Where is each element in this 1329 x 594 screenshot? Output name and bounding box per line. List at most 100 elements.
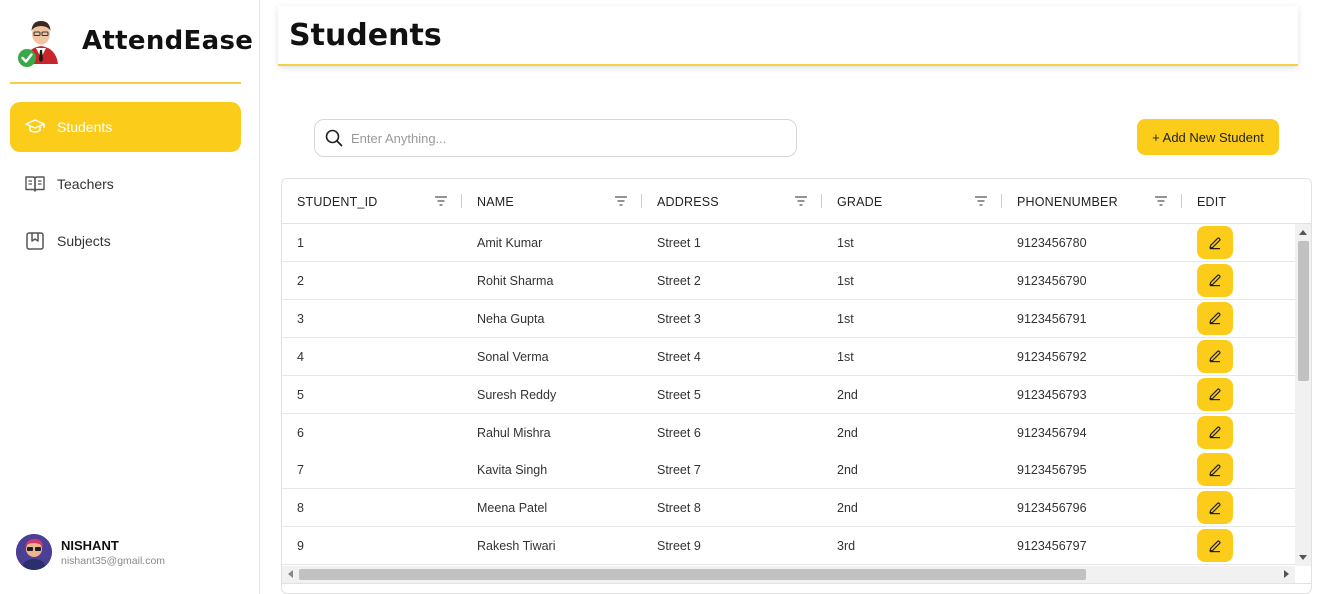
sidebar-item-label: Teachers xyxy=(57,176,114,192)
table-cell-phone: 9123456796 xyxy=(1017,501,1087,516)
column-header-label: NAME xyxy=(477,194,514,209)
column-header-grade[interactable]: GRADE xyxy=(822,179,1002,224)
edit-button[interactable] xyxy=(1197,263,1233,297)
table-row[interactable]: 2 Rohit Sharma Street 2 1st 9123456790 xyxy=(282,261,1295,300)
pencil-icon xyxy=(1209,464,1221,477)
filter-icon[interactable] xyxy=(434,194,448,208)
column-header-phonenumber[interactable]: PHONENUMBER xyxy=(1002,179,1182,224)
table-cell-phone: 9123456791 xyxy=(1017,311,1087,326)
table-cell-name: Sonal Verma xyxy=(477,349,549,364)
edit-button[interactable] xyxy=(1197,377,1233,411)
students-table: STUDENT_ID NAME ADDRESS GRADE PHONENUMBE… xyxy=(281,178,1312,594)
table-cell-address: Street 9 xyxy=(657,539,701,554)
edit-button[interactable] xyxy=(1197,529,1233,563)
sidebar-item-subjects[interactable]: Subjects xyxy=(10,216,241,266)
pencil-icon xyxy=(1209,274,1221,287)
pencil-icon xyxy=(1209,350,1221,363)
search-box[interactable] xyxy=(314,119,797,157)
column-header-label: GRADE xyxy=(837,194,883,209)
table-row[interactable]: 6 Rahul Mishra Street 6 2nd 9123456794 xyxy=(282,413,1295,452)
table-cell-address: Street 7 xyxy=(657,463,701,478)
brand[interactable]: AttendEase xyxy=(12,10,253,72)
table-cell-phone: 9123456797 xyxy=(1017,539,1087,554)
column-header-name[interactable]: NAME xyxy=(462,179,642,224)
table-cell-id: 6 xyxy=(297,425,304,440)
table-header: STUDENT_ID NAME ADDRESS GRADE PHONENUMBE… xyxy=(282,179,1311,224)
filter-icon[interactable] xyxy=(794,194,808,208)
table-cell-phone: 9123456794 xyxy=(1017,425,1087,440)
table-cell-phone: 9123456795 xyxy=(1017,463,1087,478)
table-cell-name: Rohit Sharma xyxy=(477,273,554,288)
table-cell-phone: 9123456780 xyxy=(1017,236,1087,250)
table-row[interactable]: 1 Amit Kumar Street 1 1st 9123456780 xyxy=(282,224,1295,262)
table-cell-phone: 9123456793 xyxy=(1017,387,1087,402)
app-name: AttendEase xyxy=(82,26,254,56)
table-cell-grade: 1st xyxy=(837,311,854,326)
filter-icon[interactable] xyxy=(614,194,628,208)
sidebar: AttendEase Students Teachers Subjects NI… xyxy=(0,0,260,594)
table-cell-grade: 2nd xyxy=(837,501,858,516)
table-row[interactable]: 8 Meena Patel Street 8 2nd 9123456796 xyxy=(282,489,1295,528)
sidebar-item-label: Students xyxy=(57,119,113,135)
table-cell-id: 5 xyxy=(297,387,304,402)
sidebar-nav: Students Teachers Subjects xyxy=(10,102,241,273)
edit-button[interactable] xyxy=(1197,453,1233,487)
edit-button[interactable] xyxy=(1197,301,1233,335)
column-header-label: PHONENUMBER xyxy=(1017,194,1118,209)
brand-divider xyxy=(10,82,241,84)
vertical-scrollbar[interactable] xyxy=(1295,224,1311,566)
table-row[interactable]: 3 Neha Gupta Street 3 1st 9123456791 xyxy=(282,299,1295,338)
sidebar-item-students[interactable]: Students xyxy=(10,102,241,152)
table-cell-name: Kavita Singh xyxy=(477,463,548,478)
filter-icon[interactable] xyxy=(1154,194,1168,208)
table-cell-name: Rakesh Tiwari xyxy=(477,539,556,554)
table-cell-grade: 1st xyxy=(837,273,854,288)
table-cell-phone: 9123456792 xyxy=(1017,349,1087,364)
pencil-icon xyxy=(1209,236,1221,249)
table-cell-name: Suresh Reddy xyxy=(477,387,557,402)
table-cell-grade: 1st xyxy=(837,236,854,250)
table-row[interactable]: 4 Sonal Verma Street 4 1st 9123456792 xyxy=(282,337,1295,376)
table-row[interactable]: 5 Suresh Reddy Street 5 2nd 9123456793 xyxy=(282,375,1295,414)
filter-icon[interactable] xyxy=(974,194,988,208)
table-cell-address: Street 1 xyxy=(657,236,701,250)
scrollbar-thumb[interactable] xyxy=(1298,241,1309,381)
table-row[interactable]: 7 Kavita Singh Street 7 2nd 9123456795 xyxy=(282,451,1295,490)
table-cell-grade: 3rd xyxy=(837,539,856,554)
table-body: 1 Amit Kumar Street 1 1st 9123456780 2 Rohit S… xyxy=(282,224,1295,566)
table-cell-address: Street 6 xyxy=(657,425,701,440)
column-header-label: ADDRESS xyxy=(657,194,719,209)
pencil-icon xyxy=(1209,388,1221,401)
table-cell-address: Street 8 xyxy=(657,501,701,516)
scroll-right-arrow[interactable] xyxy=(1284,570,1289,578)
scroll-up-arrow[interactable] xyxy=(1299,230,1307,235)
user-email: nishant35@gmail.com xyxy=(61,554,166,567)
page-header: Students xyxy=(278,6,1298,66)
table-row[interactable]: 9 Rakesh Tiwari Street 9 3rd 9123456797 xyxy=(282,527,1295,566)
scroll-left-arrow[interactable] xyxy=(288,570,293,578)
add-new-student-button[interactable]: + Add New Student xyxy=(1137,119,1279,155)
column-header-edit: EDIT xyxy=(1182,179,1311,224)
graduation-cap-icon xyxy=(24,116,46,138)
table-cell-grade: 2nd xyxy=(837,425,858,440)
scroll-down-arrow[interactable] xyxy=(1299,555,1307,560)
edit-button[interactable] xyxy=(1197,226,1233,259)
edit-button[interactable] xyxy=(1197,339,1233,373)
avatar xyxy=(16,534,52,570)
table-cell-name: Neha Gupta xyxy=(477,311,545,326)
column-header-student-id[interactable]: STUDENT_ID xyxy=(282,179,462,224)
table-cell-address: Street 5 xyxy=(657,387,701,402)
column-header-address[interactable]: ADDRESS xyxy=(642,179,822,224)
search-input[interactable] xyxy=(351,130,771,146)
table-cell-phone: 9123456790 xyxy=(1017,273,1087,288)
sidebar-item-teachers[interactable]: Teachers xyxy=(10,159,241,209)
edit-button[interactable] xyxy=(1197,491,1233,525)
teacher-logo-icon xyxy=(12,12,70,70)
user-profile[interactable]: NISHANT nishant35@gmail.com xyxy=(16,532,246,572)
scrollbar-thumb[interactable] xyxy=(299,569,1086,580)
table-cell-grade: 1st xyxy=(837,349,854,364)
edit-button[interactable] xyxy=(1197,415,1233,449)
table-cell-grade: 2nd xyxy=(837,387,858,402)
table-cell-id: 9 xyxy=(297,539,304,554)
horizontal-scrollbar[interactable] xyxy=(282,566,1295,583)
